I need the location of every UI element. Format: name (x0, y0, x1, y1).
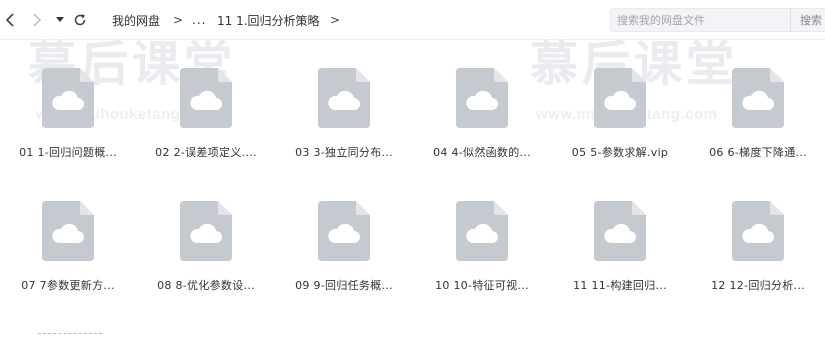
file-item[interactable]: 09 9-回归任务概... (284, 181, 404, 301)
file-item[interactable]: 08 8-优化参数设... (146, 181, 266, 301)
toolbar: 我的网盘 > ... 11 1.回归分析策略 > 搜索 (0, 0, 825, 40)
back-arrow-icon[interactable] (0, 10, 20, 30)
file-item[interactable]: 06 6-梯度下降通... (698, 48, 818, 168)
breadcrumb-root[interactable]: 我的网盘 (112, 12, 160, 29)
cloud-file-icon (594, 201, 646, 261)
file-item[interactable]: 01 1-回归问题概... (8, 48, 128, 168)
cloud-file-icon (732, 68, 784, 128)
file-name: 09 9-回归任务概... (295, 279, 393, 292)
file-item[interactable]: 12 12-回归分析... (698, 181, 818, 301)
file-item[interactable]: 10 10-特征可视... (422, 181, 542, 301)
search-input[interactable] (610, 8, 790, 32)
cloud-file-icon (318, 201, 370, 261)
cloud-file-icon (732, 201, 784, 261)
file-item[interactable]: 05 5-参数求解.vip (560, 48, 680, 168)
breadcrumb-ellipsis[interactable]: ... (192, 13, 206, 27)
breadcrumb-separator-end[interactable]: > (330, 13, 340, 27)
history-dropdown-icon[interactable] (52, 10, 68, 30)
cloud-file-icon (456, 68, 508, 128)
forward-arrow-icon[interactable] (27, 10, 47, 30)
file-item[interactable]: 04 4-似然函数的... (422, 48, 542, 168)
refresh-icon[interactable] (70, 10, 90, 30)
file-name: 01 1-回归问题概... (19, 146, 117, 159)
cloud-file-icon (42, 201, 94, 261)
file-item[interactable]: 07 7参数更新方... (8, 181, 128, 301)
file-item[interactable]: 03 3-独立同分布... (284, 48, 404, 168)
file-name: 10 10-特征可视... (435, 279, 529, 292)
file-name: 12 12-回归分析... (711, 279, 805, 292)
file-name: 05 5-参数求解.vip (571, 146, 669, 159)
breadcrumb-current[interactable]: 11 1.回归分析策略 (217, 12, 320, 29)
breadcrumb-separator: > (173, 13, 184, 27)
cloud-file-icon (318, 68, 370, 128)
file-name: 11 11-构建回归... (573, 279, 667, 292)
cloud-file-icon (456, 201, 508, 261)
cloud-file-icon (42, 68, 94, 128)
file-name: 02 2-误差项定义.... (155, 146, 257, 159)
cloud-file-icon (180, 201, 232, 261)
file-name: 03 3-独立同分布... (295, 146, 393, 159)
search-button[interactable]: 搜索 (790, 8, 825, 32)
file-name: 07 7参数更新方... (21, 279, 115, 292)
file-name: 04 4-似然函数的... (433, 146, 531, 159)
cloud-file-icon (180, 68, 232, 128)
file-name: 08 8-优化参数设... (157, 279, 255, 292)
divider (38, 333, 102, 334)
cloud-file-icon (594, 68, 646, 128)
file-name: 06 6-梯度下降通... (709, 146, 807, 159)
file-item[interactable]: 02 2-误差项定义.... (146, 48, 266, 168)
file-item[interactable]: 11 11-构建回归... (560, 181, 680, 301)
